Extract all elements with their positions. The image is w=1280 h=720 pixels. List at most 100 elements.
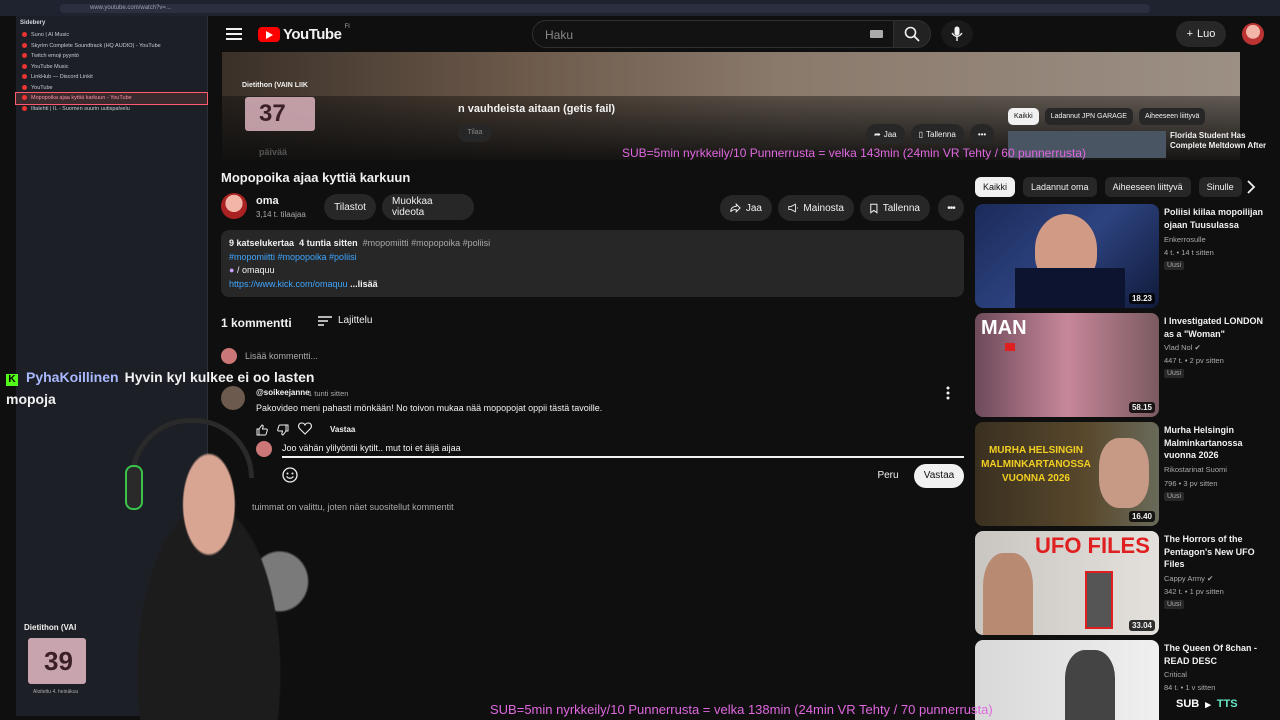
sort-icon	[318, 315, 332, 326]
show-more-link[interactable]: ...lisää	[350, 279, 378, 289]
youtube-logo[interactable]: YouTube FI	[258, 24, 350, 43]
description-hashtags[interactable]: #mopomiitti #mopopoika #poliisi	[229, 251, 956, 265]
related-stats-5: 84 t. • 1 v sitten	[1164, 683, 1216, 692]
related-age-5: 1 v sitten	[1185, 683, 1216, 692]
country-code: FI	[344, 24, 350, 30]
share-icon	[730, 202, 741, 214]
sidebery-tab[interactable]: Mopopoika ajaa kyttiä karkuun - YouTube	[15, 92, 208, 105]
sidebery-tab-label: YouTube Music	[31, 63, 69, 70]
stats-button[interactable]: Tilastot	[324, 194, 376, 220]
player-chip[interactable]: Ladannut JPN GARAGE	[1044, 108, 1133, 125]
account-avatar[interactable]	[1242, 23, 1264, 45]
related-title-4[interactable]: The Horrors of the Pentagon's New UFO Fi…	[1164, 533, 1264, 571]
sidebery-tab-label: Iltalehti | IL - Suomen suurin uutispalv…	[31, 105, 130, 112]
kick-link[interactable]: https://www.kick.com/omaquu	[229, 279, 348, 289]
thumb-man-text: MAN	[981, 317, 1027, 339]
keyboard-icon[interactable]	[870, 30, 883, 38]
related-chip[interactable]: Kaikki	[975, 177, 1016, 197]
save-button[interactable]: Tallenna	[860, 195, 930, 221]
reply-button[interactable]: Vastaa	[330, 425, 355, 434]
sidebery-tab-label: Skyrim Complete Soundtrack (HQ AUDIO) - …	[31, 42, 161, 49]
related-thumbnail-5[interactable]	[975, 640, 1159, 720]
chevron-right-icon[interactable]	[1246, 180, 1258, 194]
reply-input[interactable]: Joo vähän ylilyöntii kytilt.. mut toi et…	[282, 442, 964, 458]
address-bar[interactable]: www.youtube.com/watch?v=...	[60, 4, 1150, 13]
cancel-reply-button[interactable]: Peru	[870, 464, 906, 488]
player-video-title: n vauhdeista aitaan (getis fail)	[458, 103, 616, 115]
related-channel-5[interactable]: Critical	[1164, 670, 1187, 679]
related-title-3[interactable]: Murha Helsingin Malminkartanossa vuonna …	[1164, 424, 1264, 462]
search-button[interactable]	[893, 20, 931, 48]
sort-comments-button[interactable]: Lajittelu	[318, 315, 372, 326]
related-chip[interactable]: Sinulle	[1198, 177, 1242, 197]
sidebery-tab[interactable]: YouTube	[16, 83, 207, 94]
headset-earcup	[125, 465, 143, 510]
search-icon	[904, 26, 920, 42]
megaphone-icon	[788, 203, 799, 213]
related-title-2[interactable]: I Investigated LONDON as a "Woman"	[1164, 315, 1264, 340]
hamburger-menu-icon[interactable]	[226, 28, 242, 40]
related-thumbnail-1[interactable]: 18.23	[975, 204, 1159, 308]
player-chip[interactable]: Kaikki	[1008, 108, 1039, 125]
player-rec-title[interactable]: Florida Student Has Complete Meltdown Af…	[1170, 131, 1270, 151]
tab-favicon-icon	[22, 95, 27, 101]
related-channel-4[interactable]: Cappy Army ✔	[1164, 574, 1213, 583]
related-video-1[interactable]: 18.23 Poliisi kiilaa mopoilijan ojaan Tu…	[975, 204, 1265, 308]
player-more-button[interactable]: •••	[969, 124, 995, 144]
create-button[interactable]: + Luo	[1176, 21, 1226, 47]
bookmark-icon	[870, 203, 878, 214]
more-actions-button[interactable]: •••	[938, 195, 964, 221]
upload-age: 4 tuntia sitten	[299, 238, 358, 248]
related-video-2[interactable]: MAN 58.15 I Investigated LONDON as a "Wo…	[975, 313, 1265, 417]
save-label: Tallenna	[882, 202, 920, 214]
related-thumbnail-4[interactable]: UFO FILES 33.04	[975, 531, 1159, 635]
player-share-button[interactable]: ➦ Jaa	[866, 124, 905, 144]
related-video-3[interactable]: MURHA HELSINGIN MALMINKARTANOSSA VUONNA …	[975, 422, 1265, 526]
thumb-murha-text: MURHA HELSINGIN MALMINKARTANOSSA VUONNA …	[981, 445, 1091, 484]
verified-icon: ✔	[1194, 343, 1201, 352]
related-age-3: 3 pv sitten	[1183, 479, 1218, 488]
tts-label: TTS	[1216, 698, 1238, 710]
search-input[interactable]: Haku	[532, 20, 894, 48]
sidebery-title: Sidebery	[20, 20, 46, 26]
description-box[interactable]: 9 katselukertaa 4 tuntia sitten #mopomii…	[221, 230, 964, 297]
add-comment-input[interactable]: Lisää kommentti...	[245, 351, 318, 361]
related-title-5[interactable]: The Queen Of 8chan - READ DESC	[1164, 642, 1264, 667]
sidebery-tab[interactable]: Skyrim Complete Soundtrack (HQ AUDIO) - …	[16, 41, 207, 52]
microphone-icon	[951, 26, 963, 41]
more-dots-icon: •••	[947, 202, 955, 214]
sidebery-tab[interactable]: Suno | AI Music	[16, 30, 207, 41]
tab-favicon-icon	[22, 74, 27, 80]
related-chip[interactable]: Aiheeseen liittyvä	[1104, 177, 1191, 197]
related-stats-2: 447 t. • 2 pv sitten	[1164, 356, 1224, 365]
related-channel-3[interactable]: Rikostarinat Suomi	[1164, 465, 1227, 474]
channel-avatar[interactable]	[221, 193, 247, 219]
player-chips: Kaikki Ladannut JPN GARAGE Aiheeseen liitt…	[1008, 108, 1206, 125]
voice-search-button[interactable]	[941, 20, 973, 48]
promote-button[interactable]: Mainosta	[778, 195, 854, 221]
related-channel-1[interactable]: Enkerrosulle	[1164, 235, 1206, 244]
channel-handle[interactable]: / omaquu	[237, 265, 275, 275]
sidebery-tab[interactable]: Iltalehti | IL - Suomen suurin uutispalv…	[16, 104, 207, 115]
sidebery-tab-label: LinkHub — Discord Linkit	[31, 74, 93, 80]
sidebery-tab[interactable]: YouTube Music	[16, 62, 207, 73]
sidebery-tab[interactable]: Twitch emoji pyyntö	[16, 51, 207, 62]
sub-label: SUB	[1176, 698, 1200, 710]
player-chip[interactable]: Aiheeseen liittyvä	[1138, 108, 1206, 125]
related-thumbnail-2[interactable]: MAN 58.15	[975, 313, 1159, 417]
related-thumbnail-3[interactable]: MURHA HELSINGIN MALMINKARTANOSSA VUONNA …	[975, 422, 1159, 526]
related-video-4[interactable]: UFO FILES 33.04 The Horrors of the Penta…	[975, 531, 1265, 635]
related-title-1[interactable]: Poliisi kiilaa mopoilijan ojaan Tuusulas…	[1164, 206, 1264, 231]
share-button[interactable]: Jaa	[720, 195, 772, 221]
player-save-button[interactable]: ▯ Tallenna	[910, 124, 964, 144]
share-label: Jaa	[745, 202, 762, 214]
comment-menu-icon[interactable]	[946, 386, 956, 400]
player-subscribe-button[interactable]: Tilaa	[458, 124, 492, 142]
submit-reply-button[interactable]: Vastaa	[914, 464, 964, 488]
related-channel-2[interactable]: Vlad Nol ✔	[1164, 343, 1201, 352]
related-views-3: 796	[1164, 479, 1177, 488]
edit-video-button[interactable]: Muokkaa videota	[382, 194, 474, 220]
related-chip[interactable]: Ladannut oma	[1023, 177, 1097, 197]
sidebery-tab[interactable]: LinkHub — Discord Linkit	[16, 72, 207, 83]
channel-name[interactable]: oma	[256, 195, 279, 207]
